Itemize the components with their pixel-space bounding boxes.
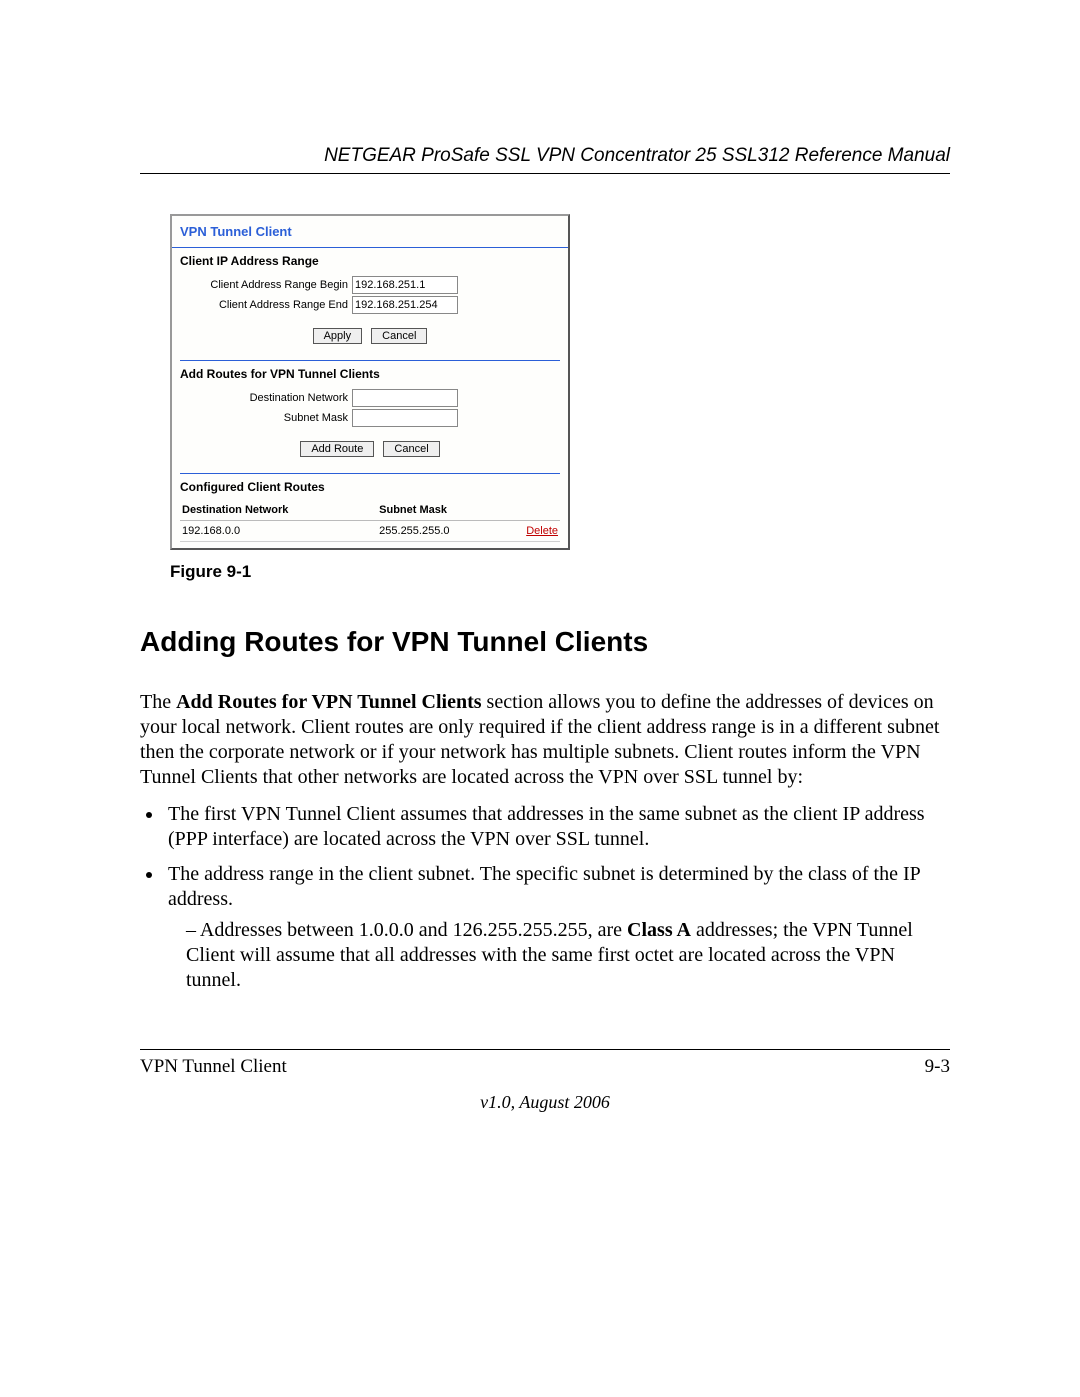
footer-version: v1.0, August 2006 — [140, 1092, 950, 1113]
cancel-route-button[interactable]: Cancel — [383, 441, 439, 457]
subnet-mask-label: Subnet Mask — [180, 412, 352, 424]
section-heading: Adding Routes for VPN Tunnel Clients — [140, 626, 950, 658]
range-begin-label: Client Address Range Begin — [180, 279, 352, 291]
panel-title: VPN Tunnel Client — [172, 216, 568, 243]
col-destination-network: Destination Network — [180, 500, 377, 521]
add-routes-heading: Add Routes for VPN Tunnel Clients — [180, 363, 560, 387]
figure-caption: Figure 9-1 — [170, 562, 950, 582]
footer-page-number: 9-3 — [925, 1056, 950, 1078]
ip-range-heading: Client IP Address Range — [180, 250, 560, 274]
range-end-label: Client Address Range End — [180, 299, 352, 311]
cancel-button[interactable]: Cancel — [371, 328, 427, 344]
list-item: The address range in the client subnet. … — [164, 862, 950, 993]
dest-network-input[interactable] — [352, 389, 458, 407]
table-row: 192.168.0.0 255.255.255.0 Delete — [180, 521, 560, 542]
col-subnet-mask: Subnet Mask — [377, 500, 510, 521]
configured-routes-heading: Configured Client Routes — [180, 476, 560, 500]
delete-link[interactable]: Delete — [526, 525, 558, 537]
list-item: The first VPN Tunnel Client assumes that… — [164, 802, 950, 852]
sub-list-item: Addresses between 1.0.0.0 and 126.255.25… — [186, 918, 950, 993]
header-rule — [140, 173, 950, 174]
subnet-mask-input[interactable] — [352, 409, 458, 427]
vpn-tunnel-client-panel: VPN Tunnel Client Client IP Address Rang… — [170, 214, 570, 550]
dest-network-label: Destination Network — [180, 392, 352, 404]
intro-paragraph: The Add Routes for VPN Tunnel Clients se… — [140, 690, 950, 790]
cell-subnet-mask: 255.255.255.0 — [377, 521, 510, 542]
add-route-button[interactable]: Add Route — [300, 441, 374, 457]
apply-button[interactable]: Apply — [313, 328, 363, 344]
footer-left: VPN Tunnel Client — [140, 1056, 287, 1078]
routes-table: Destination Network Subnet Mask 192.168.… — [180, 500, 560, 542]
bullet-list: The first VPN Tunnel Client assumes that… — [164, 802, 950, 993]
panel-separator — [172, 247, 568, 248]
range-end-input[interactable] — [352, 296, 458, 314]
page-header: NETGEAR ProSafe SSL VPN Concentrator 25 … — [140, 145, 950, 167]
range-begin-input[interactable] — [352, 276, 458, 294]
cell-destination-network: 192.168.0.0 — [180, 521, 377, 542]
panel-separator — [180, 360, 560, 361]
footer-rule — [140, 1049, 950, 1050]
panel-separator — [180, 473, 560, 474]
